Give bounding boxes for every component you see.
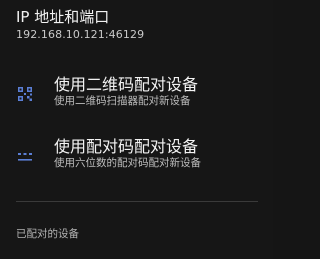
pair-with-qr-code-option[interactable]: 使用二维码配对设备 使用二维码扫描器配对新设备 bbox=[0, 72, 273, 122]
ip-address-title: IP 地址和端口 bbox=[16, 8, 110, 26]
wireless-debugging-screen: IP 地址和端口 192.168.10.121:46129 使用二维码配对设备 … bbox=[0, 0, 273, 259]
paired-devices-header: 已配对的设备 bbox=[16, 228, 79, 240]
code-option-text: 使用配对码配对设备 使用六位数的配对码配对新设备 bbox=[54, 136, 264, 170]
ip-address-value: 192.168.10.121:46129 bbox=[16, 28, 145, 41]
section-divider bbox=[16, 201, 258, 202]
ip-address-section[interactable]: IP 地址和端口 192.168.10.121:46129 bbox=[16, 7, 256, 42]
code-option-subtitle: 使用六位数的配对码配对新设备 bbox=[54, 157, 201, 169]
dialpad-icon bbox=[18, 153, 32, 161]
qr-option-title: 使用二维码配对设备 bbox=[54, 75, 199, 94]
qr-code-scanner-icon bbox=[18, 87, 32, 101]
pair-with-code-option[interactable]: 使用配对码配对设备 使用六位数的配对码配对新设备 bbox=[0, 134, 273, 184]
qr-option-text: 使用二维码配对设备 使用二维码扫描器配对新设备 bbox=[54, 74, 264, 108]
code-option-title: 使用配对码配对设备 bbox=[54, 137, 199, 156]
qr-option-subtitle: 使用二维码扫描器配对新设备 bbox=[54, 95, 191, 107]
